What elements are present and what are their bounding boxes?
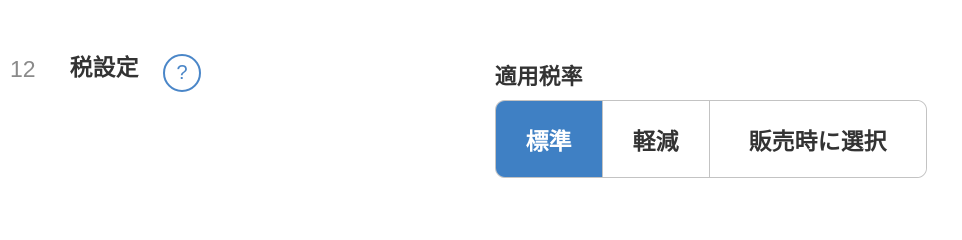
setting-number: 12 xyxy=(10,56,36,82)
tax-rate-label: 適用税率 xyxy=(495,65,584,90)
tax-rate-segmented-control: 標準 軽減 販売時に選択 xyxy=(495,100,927,178)
tax-rate-reduced-button[interactable]: 軽減 xyxy=(602,101,709,177)
tax-rate-select-at-sale-button[interactable]: 販売時に選択 xyxy=(709,101,926,177)
section-title: 税設定 xyxy=(70,55,139,81)
help-question-icon[interactable]: ? xyxy=(163,54,201,92)
tax-rate-standard-button[interactable]: 標準 xyxy=(496,101,602,177)
